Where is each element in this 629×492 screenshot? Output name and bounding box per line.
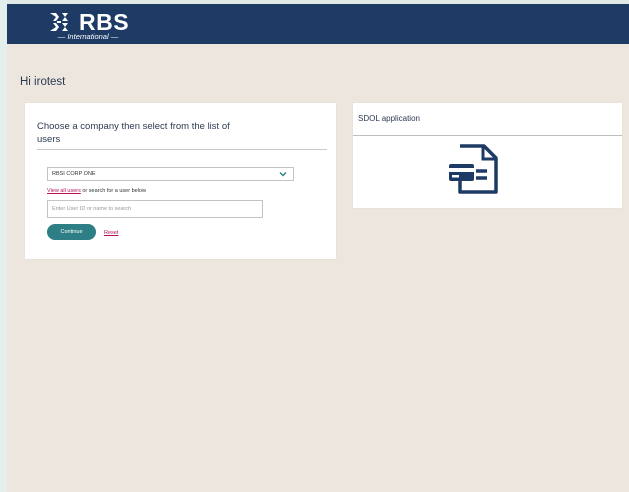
sdol-card-title: SDOL application [358,114,420,123]
chevron-down-icon [279,172,287,177]
title-divider [37,149,327,150]
document-card-icon [449,144,498,194]
user-search-input[interactable] [47,200,263,218]
greeting-heading: Hi irotest [20,76,66,88]
company-card-title: Choose a company then select from the li… [37,121,230,145]
rbs-logo[interactable]: RBS — International — [43,9,133,41]
left-strip [0,0,7,492]
view-all-users-link[interactable]: View all users [47,188,81,194]
header-bar: RBS — International — [7,4,629,44]
rbs-daisy-icon [50,13,68,31]
reset-link[interactable]: Reset [104,229,118,237]
search-hint-text: or search for a user below [80,188,146,194]
company-select[interactable]: RBSI CORP ONE [47,167,294,181]
brand-name: RBS [79,9,130,35]
sdol-application-card[interactable]: SDOL application [353,103,622,208]
search-hint-line: View all users or search for a user belo… [47,187,146,195]
brand-subtitle: — International — [57,32,119,41]
continue-button[interactable]: Continue [47,224,96,240]
company-selection-card: Choose a company then select from the li… [25,103,336,259]
sdol-title-divider [353,135,622,136]
company-select-value: RBSI CORP ONE [52,171,96,177]
